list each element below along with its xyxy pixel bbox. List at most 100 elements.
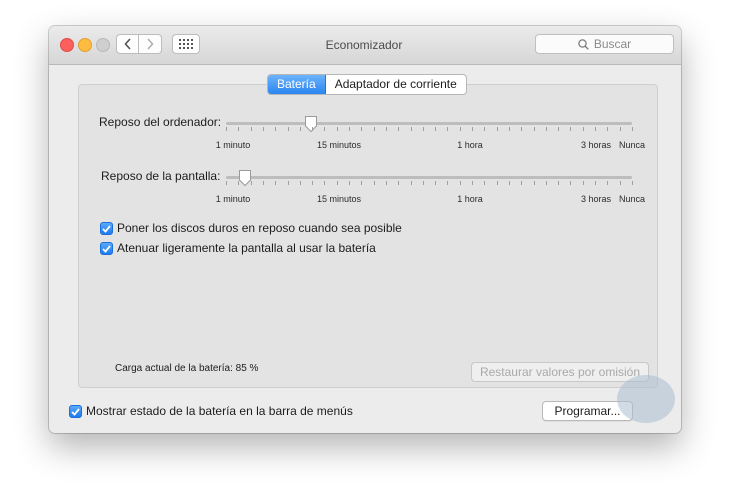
navigation-buttons	[116, 34, 162, 54]
slider-tick-mark	[472, 127, 474, 131]
back-chevron-icon	[123, 38, 131, 50]
slider-tick-mark	[262, 127, 264, 131]
dim-display-label[interactable]: Atenuar ligeramente la pantalla al usar …	[117, 241, 376, 255]
slider-tick-mark	[545, 127, 547, 131]
display-sleep-tick-label: 15 minutos	[316, 194, 362, 204]
slider-tick-mark	[459, 181, 461, 185]
show-all-grid-icon	[179, 39, 193, 49]
preferences-window: Economizador Buscar Batería Adaptador de…	[49, 26, 681, 433]
display-sleep-slider-track[interactable]	[226, 176, 632, 179]
back-button[interactable]	[116, 34, 139, 54]
slider-tick-mark	[508, 181, 510, 185]
computer-sleep-slider-thumb[interactable]	[304, 115, 318, 133]
computer-sleep-tick-label: 15 minutos	[316, 140, 362, 150]
tab-battery[interactable]: Batería	[268, 75, 326, 94]
display-sleep-tick-label: 3 horas	[580, 194, 612, 204]
checkmark-icon	[71, 407, 80, 416]
forward-button[interactable]	[139, 34, 162, 54]
slider-tick-mark	[521, 181, 523, 185]
slider-tick-mark	[287, 181, 289, 185]
slider-tick-mark	[447, 127, 449, 131]
zoom-button[interactable]	[96, 38, 110, 52]
slider-tick-mark	[558, 181, 560, 185]
display-sleep-label: Reposo de la pantalla:	[101, 169, 221, 183]
slider-tick-mark	[275, 181, 277, 185]
checkmark-icon	[102, 244, 111, 253]
slider-tick-mark	[607, 181, 609, 185]
show-battery-status-checkbox[interactable]	[69, 405, 82, 418]
slider-tick-mark	[582, 127, 584, 131]
slider-tick-mark	[521, 127, 523, 131]
slider-tick-mark	[459, 127, 461, 131]
show-all-button[interactable]	[172, 34, 200, 54]
slider-tick-mark	[410, 127, 412, 131]
slider-tick-mark	[558, 127, 560, 131]
slider-tick-mark	[447, 181, 449, 185]
slider-tick-mark	[570, 127, 572, 131]
hard-disk-sleep-checkbox[interactable]	[100, 222, 113, 235]
slider-tick-mark	[299, 127, 301, 131]
search-field[interactable]: Buscar	[535, 34, 674, 54]
slider-tick-mark	[595, 181, 597, 185]
slider-tick-mark	[361, 127, 363, 131]
display-sleep-tick-label: 1 hora	[457, 194, 483, 204]
slider-tick-mark	[250, 127, 252, 131]
power-source-tabs: Batería Adaptador de corriente	[267, 74, 467, 95]
slider-tick-mark	[299, 181, 301, 185]
dim-display-checkbox[interactable]	[100, 242, 113, 255]
computer-sleep-tick-label: 1 minuto	[215, 140, 251, 150]
slider-tick-mark	[632, 127, 633, 131]
restore-defaults-button[interactable]: Restaurar valores por omisión	[471, 362, 649, 382]
slider-tick-mark	[484, 181, 486, 185]
computer-sleep-slider-track[interactable]	[226, 122, 632, 125]
slider-tick-mark	[570, 181, 572, 185]
slider-tick-mark	[226, 181, 227, 185]
slider-tick-mark	[349, 127, 351, 131]
slider-tick-mark	[324, 127, 326, 131]
computer-sleep-tick-label: 3 horas	[580, 140, 612, 150]
slider-tick-mark	[238, 181, 240, 185]
computer-sleep-tick-label: 1 hora	[457, 140, 483, 150]
slider-tick-mark	[496, 181, 498, 185]
slider-tick-mark	[312, 181, 314, 185]
computer-sleep-label: Reposo del ordenador:	[99, 115, 222, 129]
slider-tick-mark	[373, 181, 375, 185]
slider-tick-mark	[385, 127, 387, 131]
hard-disk-sleep-label[interactable]: Poner los discos duros en reposo cuando …	[117, 221, 402, 235]
slider-tick-mark	[275, 127, 277, 131]
slider-tick-mark	[238, 127, 240, 131]
display-sleep-tick-label: 1 minuto	[215, 194, 251, 204]
minimize-button[interactable]	[78, 38, 92, 52]
slider-tick-mark	[435, 181, 437, 185]
slider-tick-mark	[385, 181, 387, 185]
forward-chevron-icon	[147, 38, 154, 50]
close-button[interactable]	[60, 38, 74, 52]
slider-tick-mark	[533, 181, 535, 185]
slider-tick-mark	[582, 181, 584, 185]
slider-tick-mark	[336, 181, 338, 185]
slider-tick-mark	[422, 127, 424, 131]
tab-power-adapter[interactable]: Adaptador de corriente	[326, 75, 466, 94]
slider-tick-mark	[496, 127, 498, 131]
window-title: Economizador	[325, 38, 403, 52]
slider-tick-mark	[619, 181, 621, 185]
slider-tick-mark	[632, 181, 633, 185]
show-battery-status-label[interactable]: Mostrar estado de la batería en la barra…	[86, 404, 353, 418]
slider-tick-mark	[472, 181, 474, 185]
slider-tick-mark	[595, 127, 597, 131]
slider-tick-mark	[545, 181, 547, 185]
slider-tick-mark	[226, 127, 227, 131]
search-placeholder: Buscar	[593, 37, 632, 51]
title-bar: Economizador Buscar	[49, 26, 681, 65]
slider-tick-mark	[373, 127, 375, 131]
slider-tick-mark	[422, 181, 424, 185]
slider-tick-mark	[410, 181, 412, 185]
search-icon	[578, 38, 589, 50]
slider-tick-mark	[533, 127, 535, 131]
slider-tick-mark	[324, 181, 326, 185]
slider-tick-mark	[435, 127, 437, 131]
slider-tick-mark	[262, 181, 264, 185]
slider-tick-mark	[312, 127, 314, 131]
slider-tick-mark	[336, 127, 338, 131]
slider-tick-mark	[250, 181, 252, 185]
